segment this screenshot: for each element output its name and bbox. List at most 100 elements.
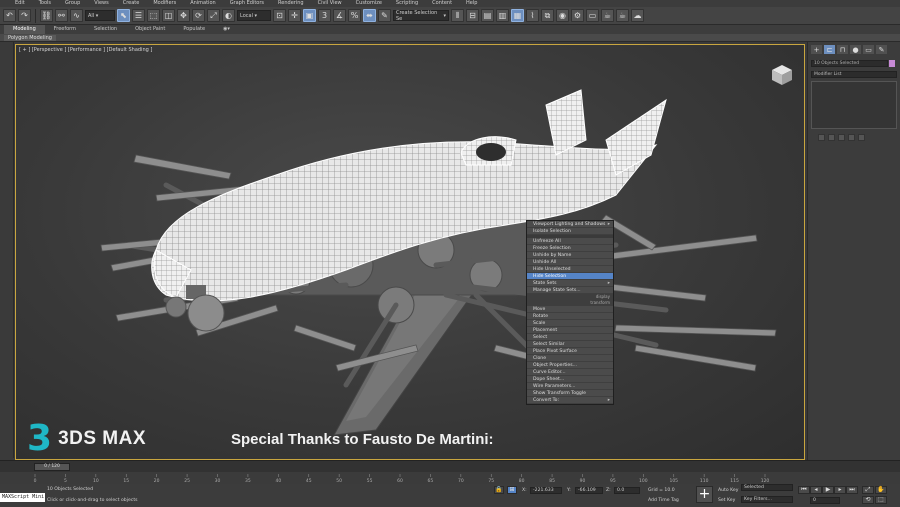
move-icon[interactable]: ✥ <box>177 9 190 22</box>
previous-frame-icon[interactable]: ◂ <box>810 486 822 494</box>
object-color-swatch[interactable] <box>889 60 895 67</box>
window-crossing-icon[interactable]: ◫ <box>162 9 175 22</box>
menu-item-clone[interactable]: Clone <box>527 355 613 362</box>
menu-item-viewport-lighting[interactable]: Viewport Lighting and Shadows ▸ <box>527 221 613 228</box>
render-production-icon[interactable]: ☕ <box>601 9 614 22</box>
y-coordinate-field[interactable]: -66.109 <box>575 487 603 494</box>
tab-modeling[interactable]: Modeling <box>4 25 45 34</box>
menu-item-unhide-by-name[interactable]: Unhide by Name <box>527 252 613 259</box>
perspective-viewport[interactable]: [ + ] [Perspective ] [Performance ] [Def… <box>15 44 805 460</box>
named-selection-sets-dropdown[interactable]: Create Selection Se ▾ <box>393 10 449 22</box>
menu-item-unhide-all[interactable]: Unhide All <box>527 259 613 266</box>
object-name-field[interactable]: 10 Objects Selected <box>811 60 895 67</box>
schematic-view-icon[interactable]: ⧉ <box>541 9 554 22</box>
motion-tab-icon[interactable]: ● <box>850 45 861 54</box>
menu-civil-view[interactable]: Civil View <box>311 0 349 7</box>
menu-item-hide-unselected[interactable]: Hide Unselected <box>527 266 613 273</box>
menu-item-curve-editor[interactable]: Curve Editor... <box>527 369 613 376</box>
menu-item-state-sets[interactable]: State Sets ▸ <box>527 280 613 287</box>
tab-populate[interactable]: Populate <box>174 25 214 34</box>
select-by-name-icon[interactable]: ☰ <box>132 9 145 22</box>
viewport-layout-tab-strip[interactable] <box>0 42 14 458</box>
create-tab-icon[interactable]: + <box>811 45 822 54</box>
z-coordinate-field[interactable]: 0.0 <box>614 487 640 494</box>
scale-icon[interactable]: ⤢ <box>207 9 220 22</box>
make-unique-icon[interactable] <box>838 134 845 141</box>
menu-item-select[interactable]: Select <box>527 334 613 341</box>
menu-content[interactable]: Content <box>425 0 459 7</box>
menu-item-place-pivot-surface[interactable]: Place Pivot Surface <box>527 348 613 355</box>
menu-tools[interactable]: Tools <box>32 0 58 7</box>
spinner-snap-icon[interactable]: ⬌ <box>363 9 376 22</box>
x-coordinate-field[interactable]: -221.633 <box>530 487 562 494</box>
key-filters-button[interactable]: Key Filters... <box>741 496 793 503</box>
viewcube-icon[interactable] <box>770 63 794 87</box>
menu-create[interactable]: Create <box>116 0 147 7</box>
pivot-center-icon[interactable]: ⊡ <box>273 9 286 22</box>
menu-customize[interactable]: Customize <box>349 0 389 7</box>
menu-item-isolate-selection[interactable]: Isolate Selection <box>527 228 613 235</box>
menu-group[interactable]: Group <box>58 0 87 7</box>
timeline-ruler[interactable]: 0 5 10 15 20 25 30 35 40 45 50 55 60 65 70 75 80 85 90 95 10… <box>15 474 785 483</box>
polygon-modeling-label[interactable]: Polygon Modeling <box>4 34 56 41</box>
menu-item-manage-state-sets[interactable]: Manage State Sets... <box>527 287 613 294</box>
align-icon[interactable]: ⊟ <box>466 9 479 22</box>
menu-item-freeze-selection[interactable]: Freeze Selection <box>527 245 613 252</box>
modifier-list-dropdown[interactable]: Modifier List <box>811 71 897 78</box>
current-frame-field[interactable]: 0 <box>810 497 840 504</box>
render-in-cloud-icon[interactable]: ☁ <box>631 9 644 22</box>
edit-named-selection-icon[interactable]: ✎ <box>378 9 391 22</box>
select-manipulate-icon[interactable]: ✛ <box>288 9 301 22</box>
orbit-icon[interactable]: ⟲ <box>862 496 874 504</box>
rectangular-selection-icon[interactable]: ⬚ <box>147 9 160 22</box>
absolute-mode-icon[interactable]: ⊞ <box>507 486 517 494</box>
menu-item-scale[interactable]: Scale <box>527 320 613 327</box>
selection-filter-dropdown[interactable]: All ▾ <box>85 10 115 21</box>
display-tab-icon[interactable]: ▭ <box>863 45 874 54</box>
redo-icon[interactable]: ↷ <box>18 9 31 22</box>
toggle-scene-explorer-icon[interactable]: ▤ <box>481 9 494 22</box>
set-key-button[interactable]: Set Key <box>718 498 735 503</box>
tab-freeform[interactable]: Freeform <box>45 25 85 34</box>
menu-item-rotate[interactable]: Rotate <box>527 313 613 320</box>
snaps-toggle-icon[interactable]: 3 <box>318 9 331 22</box>
auto-key-button[interactable]: Auto Key <box>718 488 738 493</box>
ribbon-options-icon[interactable]: ◉▾ <box>214 25 239 34</box>
material-editor-icon[interactable]: ◉ <box>556 9 569 22</box>
rendered-frame-window-icon[interactable]: ▭ <box>586 9 599 22</box>
maximize-viewport-icon[interactable]: ⬚ <box>875 496 887 504</box>
render-setup-icon[interactable]: ⚙ <box>571 9 584 22</box>
selection-lock-icon[interactable]: 🔒 <box>494 486 504 494</box>
keyboard-shortcut-override-icon[interactable]: ▣ <box>303 9 316 22</box>
bind-spacewarp-icon[interactable]: ∿ <box>70 9 83 22</box>
menu-item-dope-sheet[interactable]: Dope Sheet... <box>527 376 613 383</box>
menu-modifiers[interactable]: Modifiers <box>146 0 183 7</box>
modifier-stack[interactable] <box>811 81 897 129</box>
link-icon[interactable]: ⛓ <box>40 9 53 22</box>
rotate-icon[interactable]: ⟳ <box>192 9 205 22</box>
next-frame-icon[interactable]: ▸ <box>834 486 846 494</box>
tab-object-paint[interactable]: Object Paint <box>126 25 174 34</box>
menu-item-unfreeze-all[interactable]: Unfreeze All <box>527 238 613 245</box>
place-icon[interactable]: ◐ <box>222 9 235 22</box>
menu-animation[interactable]: Animation <box>183 0 223 7</box>
go-to-end-icon[interactable]: ⏭ <box>846 486 858 494</box>
menu-scripting[interactable]: Scripting <box>389 0 425 7</box>
key-selection-dropdown[interactable]: Selected <box>741 484 793 491</box>
render-iterative-icon[interactable]: ☕ <box>616 9 629 22</box>
configure-modifier-sets-icon[interactable] <box>858 134 865 141</box>
toggle-layer-explorer-icon[interactable]: ▥ <box>496 9 509 22</box>
menu-graph-editors[interactable]: Graph Editors <box>223 0 271 7</box>
reference-coordinate-dropdown[interactable]: Local ▾ <box>237 10 271 21</box>
mirror-icon[interactable]: ⫴ <box>451 9 464 22</box>
pin-stack-icon[interactable] <box>818 134 825 141</box>
menu-item-show-transform-toggle[interactable]: Show Transform Toggle <box>527 390 613 397</box>
menu-item-convert-to[interactable]: Convert To: ▸ <box>527 397 613 404</box>
add-icon[interactable]: + <box>696 486 713 503</box>
menu-edit[interactable]: Edit <box>8 0 32 7</box>
menu-item-object-properties[interactable]: Object Properties... <box>527 362 613 369</box>
time-slider[interactable]: 0 / 120 <box>34 463 70 471</box>
toggle-ribbon-icon[interactable]: ▦ <box>511 9 524 22</box>
menu-item-wire-parameters[interactable]: Wire Parameters... <box>527 383 613 390</box>
play-icon[interactable]: ▶ <box>822 486 834 494</box>
